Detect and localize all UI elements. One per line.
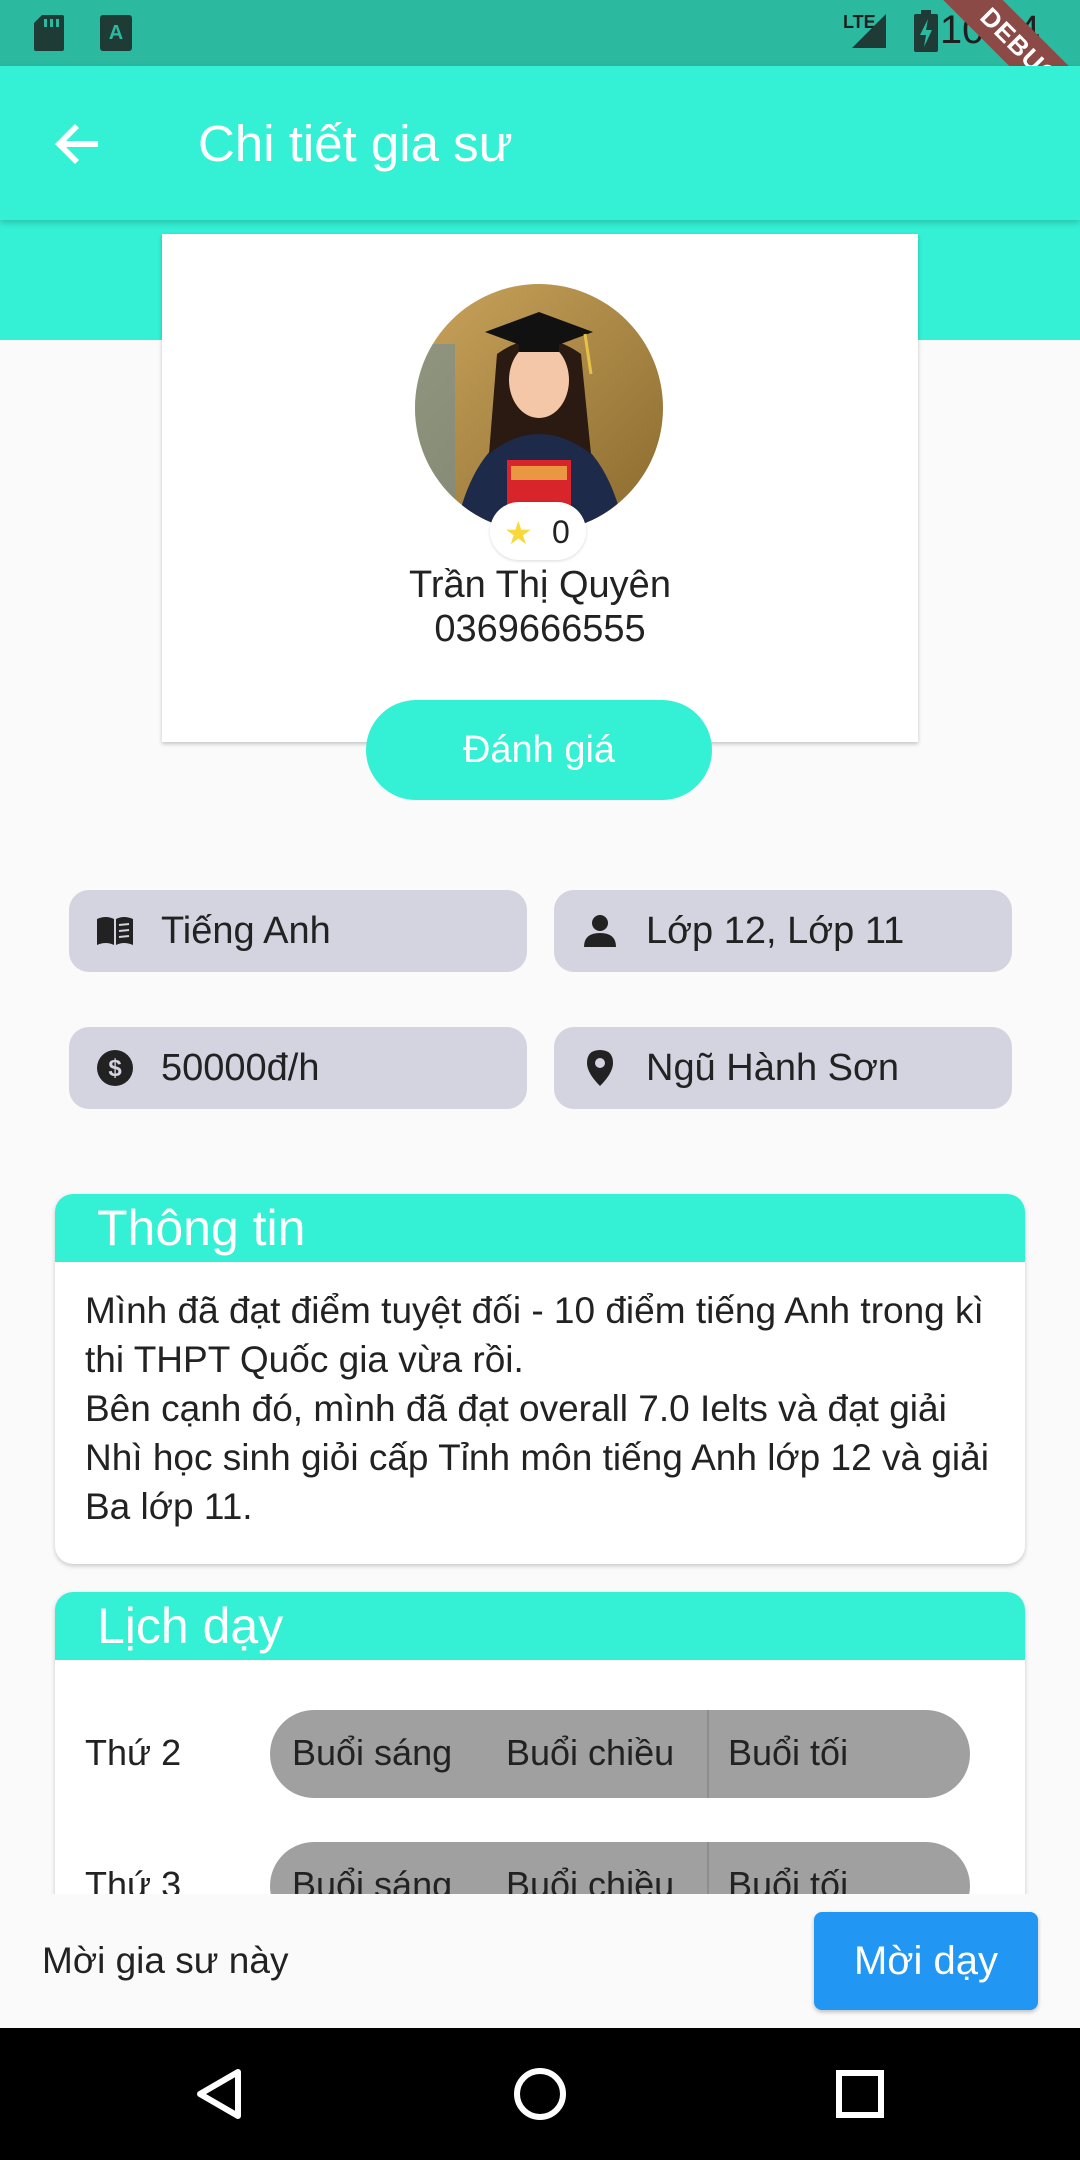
chip-label: Ngũ Hành Sơn [646,1047,900,1089]
rate-button[interactable]: Đánh giá [366,700,712,800]
page-title: Chi tiết gia sư [198,115,513,172]
schedule-section-title: Lịch dạy [55,1592,1025,1660]
bottom-action-bar: Mời gia sư này Mời dạy [0,1894,1080,2028]
system-nav-bar [0,2028,1080,2160]
app-bar: Chi tiết gia sư [0,66,1080,220]
chip-label: 50000đ/h [161,1047,320,1089]
rating-value: 0 [552,514,570,550]
profile-card: ★ 0 Trần Thị Quyên 0369666555 [162,234,918,742]
invite-button[interactable]: Mời dạy [814,1912,1038,2010]
person-icon [584,915,616,947]
book-open-icon [97,917,133,945]
text-a-icon: A [100,15,132,51]
location-pin-icon [587,1050,613,1086]
svg-text:$: $ [108,1055,122,1082]
tutor-name: Trần Thị Quyên [409,564,671,606]
chip-label: Lớp 12, Lớp 11 [646,910,905,952]
signal-icon [852,14,886,48]
chip-location: Ngũ Hành Sơn [554,1027,1012,1109]
info-section-title: Thông tin [55,1194,1025,1262]
slot-divider [707,1710,709,1798]
slot-evening[interactable]: Buổi tối [728,1732,848,1774]
svg-text:A: A [109,22,123,44]
sd-card-icon [34,15,64,51]
time-slot-group: Buổi sáng Buổi chiều Buổi tối [270,1710,970,1798]
info-section: Thông tin Mình đã đạt điểm tuyệt đối - 1… [55,1194,1025,1564]
tutor-phone: 0369666555 [434,608,646,650]
chip-price: $ 50000đ/h [69,1027,527,1109]
schedule-row: Thứ 2 Buổi sáng Buổi chiều Buổi tối [55,1710,1025,1800]
schedule-section: Lịch dạy Thứ 2 Buổi sáng Buổi chiều Buổi… [55,1592,1025,1912]
back-triangle-icon[interactable] [190,2064,250,2124]
star-icon: ★ [504,515,533,551]
avatar [415,284,663,532]
chip-subject: Tiếng Anh [69,890,527,972]
chip-grade: Lớp 12, Lớp 11 [554,890,1012,972]
slot-afternoon[interactable]: Buổi chiều [506,1732,674,1774]
info-text: Mình đã đạt điểm tuyệt đối - 10 điểm tiế… [85,1290,989,1527]
dollar-circle-icon: $ [97,1050,133,1086]
arrow-back-icon[interactable] [46,112,110,176]
slot-morning[interactable]: Buổi sáng [292,1732,452,1774]
day-label: Thứ 2 [85,1732,182,1773]
invite-label: Mời gia sư này [42,1940,289,1981]
recents-square-icon[interactable] [830,2064,890,2124]
status-bar: A LTE 10:14 DEBUG [0,0,1080,154]
chip-label: Tiếng Anh [161,910,331,952]
avatar-image [415,284,663,532]
battery-charging-icon [914,10,938,52]
rating-badge: ★ 0 [490,502,586,560]
home-circle-icon[interactable] [510,2064,570,2124]
